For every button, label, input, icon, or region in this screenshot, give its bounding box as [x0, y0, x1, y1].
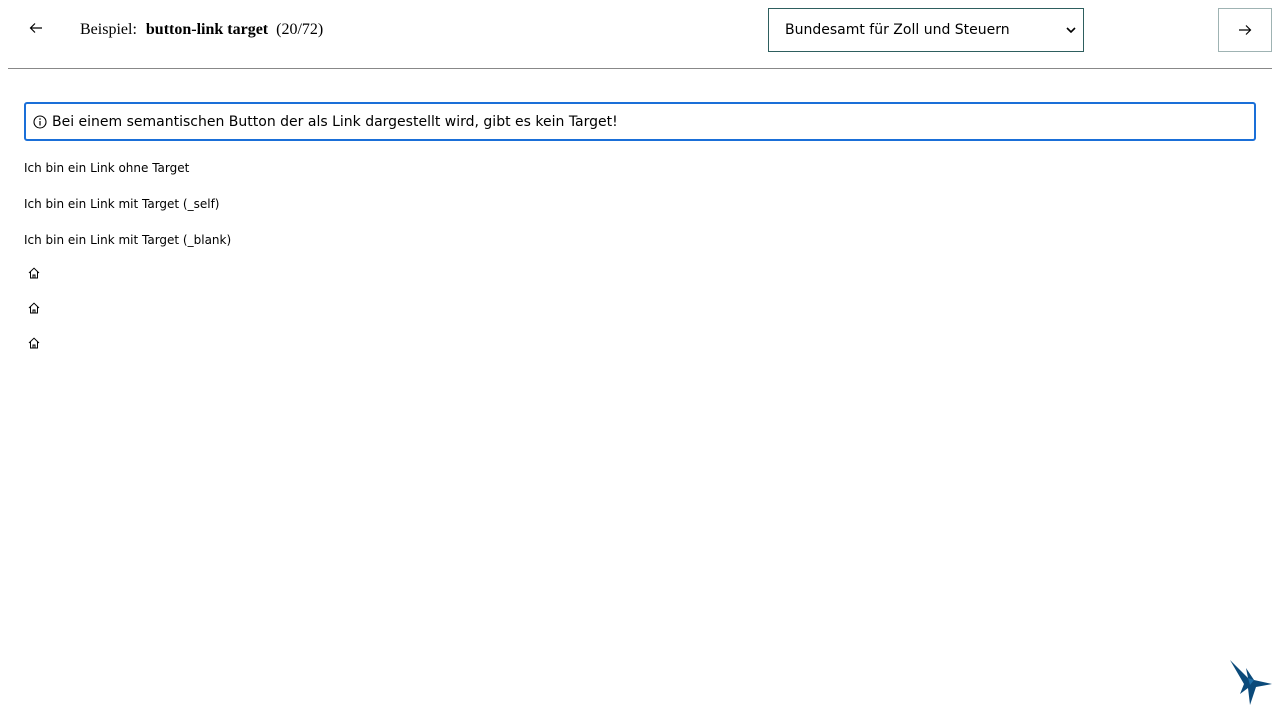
- header-divider: [8, 68, 1272, 69]
- theme-select[interactable]: Bundesamt für Zoll und Steuern: [768, 8, 1084, 52]
- header: Beispiel: button-link target (20/72) Bun…: [0, 0, 1280, 69]
- next-example-button[interactable]: [1218, 8, 1272, 52]
- link-target-blank[interactable]: Ich bin ein Link mit Target (_blank): [24, 232, 231, 248]
- home-icon: [28, 267, 40, 279]
- example-label: Beispiel:: [80, 21, 137, 38]
- home-icon: [28, 337, 40, 349]
- home-icon-link-target-self[interactable]: [26, 300, 42, 316]
- chevron-down-icon: [1059, 27, 1083, 33]
- arrow-left-icon: [29, 23, 42, 33]
- theme-select-value: Bundesamt für Zoll und Steuern: [785, 22, 1010, 38]
- previous-example-button[interactable]: [20, 12, 52, 44]
- info-icon: [32, 114, 48, 130]
- home-icon-link-target-blank[interactable]: [26, 335, 42, 351]
- page-title: Beispiel: button-link target (20/72): [80, 20, 323, 40]
- home-icon-link-no-target[interactable]: [26, 265, 42, 281]
- link-target-self[interactable]: Ich bin ein Link mit Target (_self): [24, 196, 220, 212]
- info-alert: Bei einem semantischen Button der als Li…: [24, 102, 1256, 141]
- hummingbird-logo: [1230, 660, 1272, 705]
- home-icon: [28, 302, 40, 314]
- link-no-target[interactable]: Ich bin ein Link ohne Target: [24, 160, 189, 176]
- example-count: (20/72): [276, 21, 324, 38]
- alert-text: Bei einem semantischen Button der als Li…: [52, 113, 618, 130]
- example-name: button-link target: [145, 21, 269, 38]
- arrow-right-icon: [1239, 25, 1252, 35]
